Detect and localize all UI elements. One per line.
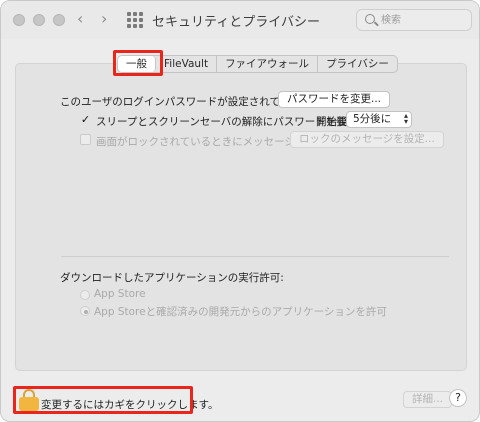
show-all-grid-icon[interactable] bbox=[127, 12, 143, 28]
updown-chevron-icon: ▴ ▾ bbox=[403, 111, 408, 126]
radio-app-store-and-identified-label: App Storeと確認済みの開発元からのアプリケーションを許可 bbox=[94, 306, 387, 318]
search-field[interactable] bbox=[356, 9, 472, 31]
help-button[interactable]: ? bbox=[449, 389, 467, 407]
search-icon bbox=[365, 14, 375, 24]
lock-icon bbox=[19, 389, 39, 411]
show-lock-message-checkbox[interactable] bbox=[80, 134, 91, 145]
password-delay-popup[interactable]: 5分後に ▴ ▾ bbox=[346, 111, 412, 128]
advanced-button[interactable]: 詳細... bbox=[403, 391, 453, 408]
lock-label: 変更するにはカギをクリックします。 bbox=[41, 399, 219, 411]
change-password-button[interactable]: パスワードを変更... bbox=[278, 91, 391, 108]
password-set-text: このユーザのログインパスワードが設定されています bbox=[60, 96, 312, 108]
search-input[interactable] bbox=[381, 12, 467, 28]
tab-firewall[interactable]: ファイアウォール bbox=[217, 56, 319, 72]
minimize-window-button[interactable] bbox=[33, 14, 45, 26]
tab-bar: 一般 FileVault ファイアウォール プライバシー bbox=[117, 55, 398, 73]
preferences-window: ‹ › セキュリティとプライバシー このユーザのログインパスワードが設定されてい… bbox=[0, 0, 480, 422]
window-title: セキュリティとプライバシー bbox=[152, 15, 320, 30]
require-password-checkbox[interactable]: ✓ bbox=[80, 114, 91, 125]
downloads-heading: ダウンロードしたアプリケーションの実行許可: bbox=[60, 272, 284, 284]
general-panel: このユーザのログインパスワードが設定されています パスワードを変更... ✓ ス… bbox=[15, 63, 467, 371]
forward-arrow-icon[interactable]: › bbox=[101, 9, 107, 29]
tab-general[interactable]: 一般 bbox=[118, 56, 156, 72]
tab-privacy[interactable]: プライバシー bbox=[318, 56, 397, 72]
set-lock-message-button[interactable]: ロックのメッセージを設定... bbox=[290, 131, 444, 148]
radio-app-store-label: App Store bbox=[94, 288, 146, 300]
zoom-window-button[interactable] bbox=[53, 14, 65, 26]
tab-filevault[interactable]: FileVault bbox=[156, 56, 218, 72]
section-divider bbox=[61, 256, 449, 257]
radio-app-store[interactable] bbox=[80, 290, 90, 300]
password-delay-value: 5分後に bbox=[353, 113, 392, 125]
back-arrow-icon[interactable]: ‹ bbox=[77, 9, 83, 29]
close-window-button[interactable] bbox=[13, 14, 25, 26]
title-bar: ‹ › セキュリティとプライバシー bbox=[1, 1, 479, 39]
radio-app-store-and-identified[interactable] bbox=[80, 306, 90, 316]
